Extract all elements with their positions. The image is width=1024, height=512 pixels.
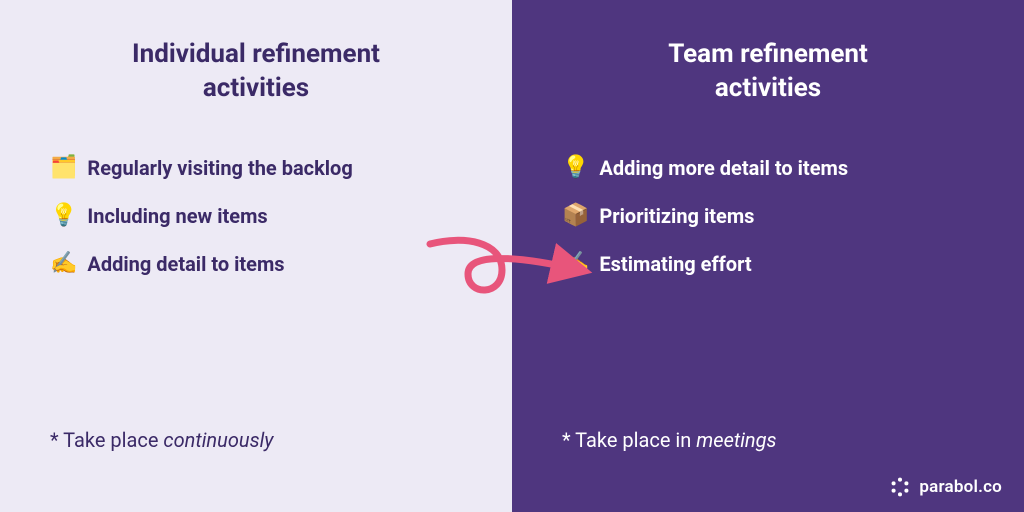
package-icon: 📦: [562, 205, 589, 227]
individual-heading-line1: Individual refinement: [132, 39, 380, 69]
individual-heading-line2: activities: [203, 73, 309, 103]
list-item: 💡 Including new items: [50, 204, 462, 228]
footnote-prefix: * Take place: [50, 428, 163, 452]
team-panel: Team refinement activities 💡 Adding more…: [512, 0, 1024, 512]
team-heading-line2: activities: [715, 73, 821, 103]
lightbulb-icon: 💡: [50, 205, 77, 227]
individual-items: 🗂️ Regularly visiting the backlog 💡 Incl…: [50, 156, 462, 428]
individual-heading: Individual refinement activities: [50, 38, 462, 106]
team-heading-line1: Team refinement: [668, 39, 868, 69]
footnote-emphasis: continuously: [163, 428, 273, 452]
writing-hand-icon: ✍️: [562, 253, 589, 275]
item-label: Adding more detail to items: [599, 156, 848, 180]
writing-hand-icon: ✍️: [50, 253, 77, 275]
list-item: 🗂️ Regularly visiting the backlog: [50, 156, 462, 180]
item-label: Adding detail to items: [87, 252, 284, 276]
team-items: 💡 Adding more detail to items 📦 Prioriti…: [562, 156, 974, 428]
list-item: 💡 Adding more detail to items: [562, 156, 974, 180]
list-item: ✍️ Adding detail to items: [50, 252, 462, 276]
item-label: Including new items: [87, 204, 267, 228]
brand-text: parabol.co: [919, 477, 1002, 497]
parabol-logo-icon: [889, 476, 911, 498]
brand-badge: parabol.co: [889, 476, 1002, 498]
footnote-emphasis: meetings: [696, 428, 776, 452]
item-label: Estimating effort: [599, 252, 751, 276]
list-item: ✍️ Estimating effort: [562, 252, 974, 276]
team-heading: Team refinement activities: [562, 38, 974, 106]
list-item: 📦 Prioritizing items: [562, 204, 974, 228]
team-footnote: * Take place in meetings: [562, 428, 974, 452]
item-label: Prioritizing items: [599, 204, 754, 228]
individual-panel: Individual refinement activities 🗂️ Regu…: [0, 0, 512, 512]
lightbulb-icon: 💡: [562, 157, 589, 179]
footnote-prefix: * Take place in: [562, 428, 696, 452]
card-index-icon: 🗂️: [50, 157, 77, 179]
item-label: Regularly visiting the backlog: [87, 156, 352, 180]
individual-footnote: * Take place continuously: [50, 428, 462, 452]
